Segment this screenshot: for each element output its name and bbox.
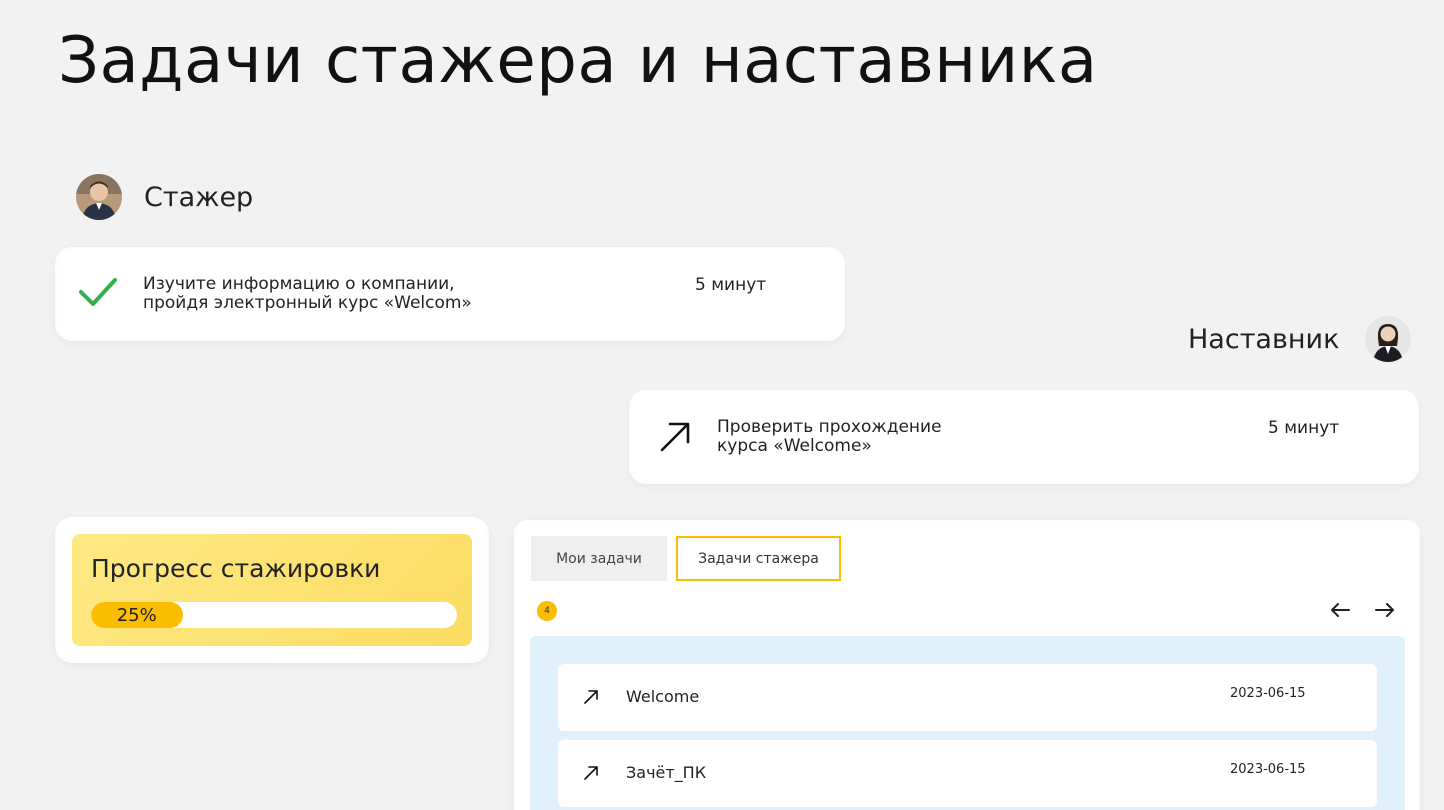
mentor-task-text: Проверить прохождение курса «Welcome»	[717, 417, 942, 456]
arrow-left-icon[interactable]	[1327, 597, 1353, 623]
list-item[interactable]: Welcome 2023-06-15	[558, 664, 1377, 731]
mentor-avatar	[1365, 316, 1412, 362]
task-title: Welcome	[626, 687, 700, 706]
progress-panel: Прогресс стажировки 25%	[72, 534, 472, 646]
intern-task-card[interactable]: Изучите информацию о компании, пройдя эл…	[58, 250, 842, 338]
task-title: Зачёт_ПК	[626, 763, 707, 782]
arrow-right-icon[interactable]	[1372, 597, 1398, 623]
task-date: 2023-06-15	[1230, 686, 1306, 701]
mentor-role-label: Наставник	[1188, 323, 1340, 355]
intern-role-label: Стажер	[144, 181, 254, 213]
internship-progress-card: Прогресс стажировки 25%	[58, 520, 486, 660]
mentor-role-header: Наставник	[1188, 316, 1412, 362]
page-title: Задачи стажера и наставника	[58, 24, 1098, 98]
arrow-up-right-icon	[584, 690, 598, 704]
intern-task-text: Изучите информацию о компании, пройдя эл…	[143, 274, 472, 313]
intern-task-duration: 5 минут	[695, 275, 767, 295]
mentor-task-card[interactable]: Проверить прохождение курса «Welcome» 5 …	[632, 393, 1416, 481]
check-icon	[79, 278, 117, 306]
mentor-task-duration: 5 минут	[1268, 418, 1340, 438]
task-date: 2023-06-15	[1230, 762, 1306, 777]
arrow-up-right-icon	[660, 422, 690, 452]
list-item[interactable]: Зачёт_ПК 2023-06-15	[558, 740, 1377, 807]
intern-role-header: Стажер	[76, 174, 253, 220]
tab-my-tasks[interactable]: Мои задачи	[531, 536, 667, 581]
tasks-panel: Мои задачи Задачи стажера 4 Welcome 2023…	[517, 523, 1417, 810]
arrow-up-right-icon	[584, 766, 598, 780]
progress-fill: 25%	[91, 602, 183, 628]
task-list: Welcome 2023-06-15 Зачёт_ПК 2023-06-15	[530, 636, 1405, 810]
progress-bar: 25%	[91, 602, 457, 628]
tab-intern-tasks[interactable]: Задачи стажера	[676, 536, 841, 581]
task-count-badge: 4	[537, 601, 557, 621]
intern-avatar	[76, 174, 122, 220]
progress-title: Прогресс стажировки	[91, 554, 381, 583]
